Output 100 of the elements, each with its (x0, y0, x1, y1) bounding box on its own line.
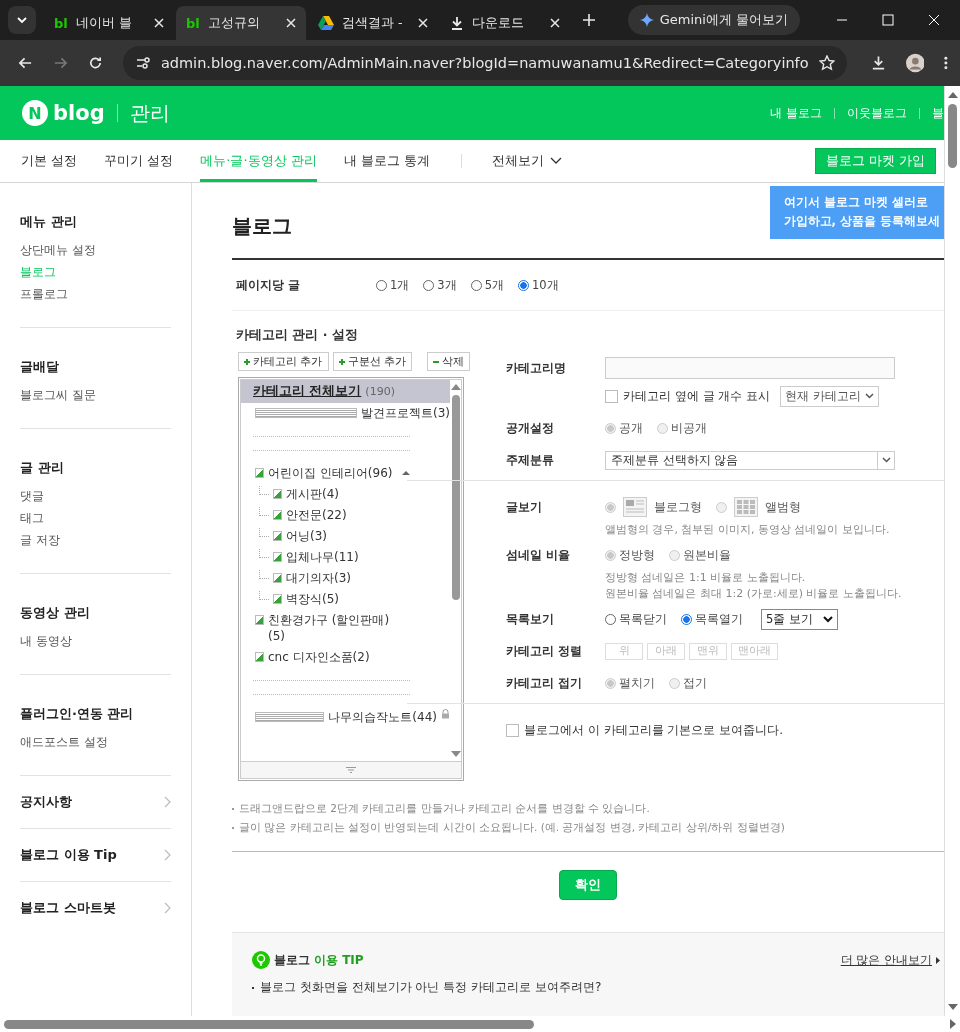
tree-item[interactable]: 나무의습작노트(44) (241, 707, 450, 728)
new-tab-icon[interactable] (582, 13, 596, 27)
sidebar-link[interactable]: 블로그 스마트봇 (20, 899, 116, 917)
close-icon[interactable] (286, 18, 296, 28)
field-label: 주제분류 (506, 451, 555, 469)
radio-option[interactable]: 5개 (470, 277, 504, 293)
chevron-down-icon (881, 457, 891, 463)
browser-tab[interactable]: bl 고성규의 (176, 6, 306, 40)
sidebar-item[interactable]: 상단메뉴 설정 (20, 239, 171, 261)
menu-icon[interactable] (944, 55, 948, 71)
tree-item[interactable]: 어린이집 인테리어(96) (241, 463, 450, 484)
help-text: 정방형 섬네일은 1:1 비율로 노출됩니다. (605, 569, 806, 585)
category-name-input[interactable] (605, 357, 895, 379)
tab-title: 고성규의 (207, 14, 261, 32)
reload-icon[interactable] (87, 55, 103, 71)
collapse-caret-icon[interactable] (402, 470, 411, 476)
lightbulb-icon (252, 951, 270, 969)
sidebar-link[interactable]: 공지사항 (20, 793, 72, 811)
category-action-button[interactable]: 구분선 추가 (332, 352, 412, 371)
caret-icon (16, 14, 28, 26)
browser-tab[interactable]: bl 네이버 블 (44, 6, 174, 40)
tree-item[interactable]: 벽장식(5) (241, 589, 450, 610)
header-title: 관리 (129, 99, 170, 127)
maximize-icon[interactable] (882, 14, 894, 26)
tree-item[interactable]: cnc 디자인소품(2) (241, 647, 450, 668)
close-icon[interactable] (550, 18, 560, 28)
horizontal-scrollbar[interactable] (0, 1016, 960, 1032)
favicon-icon: bl (54, 15, 68, 31)
view-all-dropdown[interactable]: 전체보기 (491, 152, 562, 170)
section-title: 카테고리 관리 · 설정 (236, 327, 359, 344)
tree-item[interactable]: 입체나무(11) (241, 547, 450, 568)
album-grid-icon (734, 497, 758, 517)
nav-tab[interactable]: 내 블로그 통계 (343, 140, 430, 182)
tab-title: 다운로드 (472, 14, 525, 32)
tree-root-item[interactable]: 카테고리 전체보기 (190) (241, 380, 450, 403)
nav-tab[interactable]: 꾸미기 설정 (104, 140, 174, 182)
radio-option[interactable]: 3개 (423, 277, 457, 293)
tab-title: 검색결과 - (342, 14, 404, 32)
sidebar-item[interactable]: 블로그씨 질문 (20, 384, 171, 406)
sidebar-item[interactable]: 프롤로그 (20, 283, 171, 305)
forward-arrow-icon[interactable] (52, 55, 68, 71)
download-icon[interactable] (870, 55, 886, 71)
caret-right-icon (936, 956, 940, 964)
close-icon[interactable] (154, 18, 164, 28)
tip-title-accent: 이용 TIP (314, 951, 364, 969)
checkbox-option[interactable]: 카테고리 옆에 글 개수 표시 (605, 387, 771, 405)
field-label: 카테고리 접기 (506, 674, 584, 692)
topic-select[interactable]: 주제분류 선택하지 않음 (605, 450, 895, 470)
bookmark-star-icon[interactable] (818, 55, 835, 71)
site-settings-icon[interactable] (134, 55, 151, 71)
nav-tab[interactable]: 기본 설정 (21, 140, 78, 182)
triangle-logo-icon (318, 16, 334, 30)
radio-option[interactable]: 10개 (518, 277, 559, 293)
sidebar-heading: 글 관리 (20, 459, 65, 477)
help-text: 앨범형의 경우, 첨부된 이미지, 동영상 섬네일이 보입니다. (605, 521, 890, 537)
tab-search-button[interactable] (8, 6, 36, 34)
sidebar-item[interactable]: 글 저장 (20, 529, 171, 551)
radio-option[interactable]: 1개 (376, 277, 410, 293)
tip-title: 블로그 (274, 951, 310, 969)
sidebar-heading: 동영상 관리 (20, 604, 91, 622)
field-label: 섬네일 비율 (506, 546, 572, 564)
category-action-button[interactable]: 삭제 (427, 352, 470, 371)
close-icon[interactable] (418, 18, 428, 28)
browser-tab[interactable]: 검색결과 - (308, 6, 438, 40)
sidebar-heading: 플러그인·연동 관리 (20, 705, 135, 723)
tree-item[interactable]: 대기의자(3) (241, 568, 450, 589)
chevron-right-icon (164, 849, 171, 861)
profile-avatar-icon[interactable] (905, 53, 925, 73)
count-scope-select[interactable]: 현재 카테고리 (780, 385, 879, 407)
checkbox-option[interactable]: 블로그에서 이 카테고리를 기본으로 보여줍니다. (506, 721, 784, 739)
rows-select[interactable]: 5줄 보기 (761, 608, 838, 630)
address-bar[interactable]: admin.blog.naver.com/AdminMain.naver?blogId=namuwanamu1&Redirect=Categoryinfo (122, 46, 847, 80)
chevron-right-icon (164, 902, 171, 914)
tree-item[interactable]: 어닝(3) (241, 526, 450, 547)
sidebar-item[interactable]: 태그 (20, 507, 171, 529)
sidebar-item[interactable]: 내 동영상 (20, 630, 171, 652)
tree-item[interactable]: 안전문(22) (241, 505, 450, 526)
category-action-button[interactable]: 카테고리 추가 (238, 352, 329, 371)
ai-assistant-button[interactable]: Gemini에게 물어보기 (627, 5, 800, 35)
radio-option[interactable]: 목록닫기 (605, 611, 667, 627)
sidebar-item[interactable]: 애드포스트 설정 (20, 731, 171, 753)
tree-item[interactable]: 친환경가구 (할인판매)(5) (241, 610, 450, 647)
tree-item[interactable]: 게시판(4) (241, 484, 450, 505)
sidebar-link[interactable]: 블로그 이용 Tip (20, 846, 117, 864)
field-label: 카테고리 정렬 (506, 642, 584, 660)
radio-option[interactable]: 목록열기 (681, 611, 743, 627)
lock-icon (441, 709, 450, 719)
browser-tab[interactable]: 다운로드 (440, 6, 570, 40)
sidebar-item[interactable]: 댓글 (20, 485, 171, 507)
note-text: 드래그앤드랍으로 2단계 카테고리를 만들거나 카테고리 순서를 변경할 수 있습니다. (239, 801, 650, 816)
tree-item[interactable]: 발견프로젝트(3) (241, 403, 450, 424)
back-arrow-icon[interactable] (18, 55, 33, 71)
tip-link[interactable]: 블로그 첫화면을 전체보기가 아닌 특정 카테고리로 보여주려면? (260, 979, 602, 996)
vertical-scrollbar[interactable] (944, 86, 960, 1016)
tab-title: 네이버 블 (75, 14, 133, 32)
resize-handle-icon[interactable] (346, 767, 356, 773)
field-label: 페이지당 글 (235, 276, 302, 294)
field-label: 글보기 (506, 498, 543, 516)
chevron-down-icon (864, 393, 874, 399)
more-guide-link[interactable]: 더 많은 안내보기 (840, 952, 932, 968)
